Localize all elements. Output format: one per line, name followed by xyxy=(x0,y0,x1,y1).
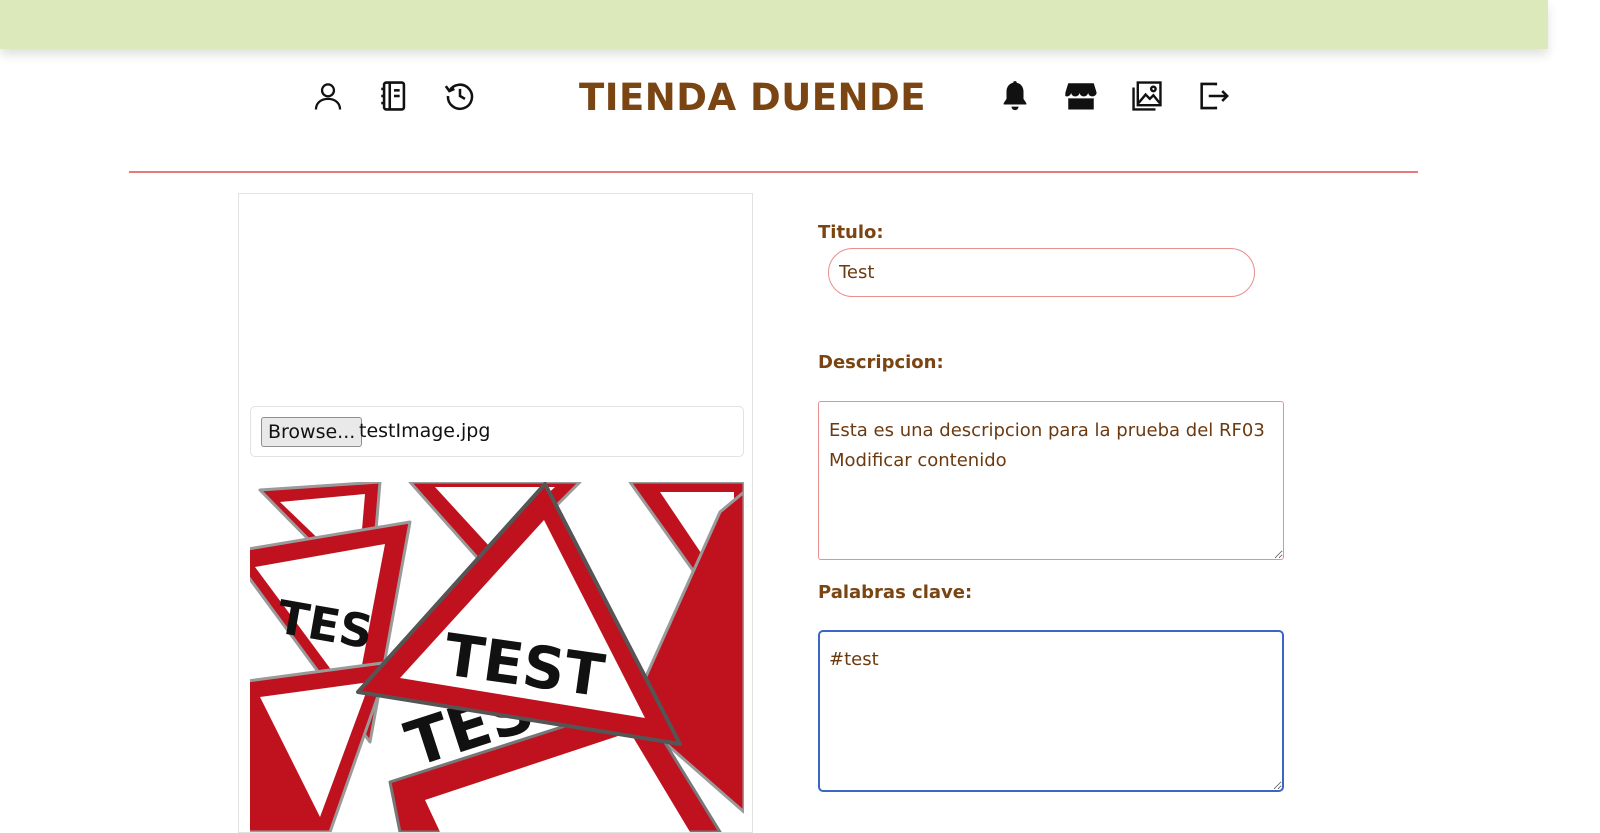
notebook-icon[interactable] xyxy=(374,76,414,116)
logout-icon[interactable] xyxy=(1193,76,1233,116)
keywords-label: Palabras clave: xyxy=(818,582,973,603)
browse-button[interactable]: Browse... xyxy=(261,417,363,447)
description-textarea[interactable]: Esta es una descripcion para la prueba d… xyxy=(818,401,1284,560)
header-divider xyxy=(129,171,1418,173)
history-icon[interactable] xyxy=(440,76,480,116)
user-icon[interactable] xyxy=(308,76,348,116)
image-gallery-icon[interactable] xyxy=(1127,76,1167,116)
image-upload-card: Browse... testImage.jpg TES TES TEST xyxy=(238,193,753,833)
description-label: Descripcion: xyxy=(818,352,944,373)
header-nav: TIENDA DUENDE xyxy=(0,70,1600,130)
brand-title: TIENDA DUENDE xyxy=(579,76,926,119)
keywords-textarea[interactable]: #test xyxy=(818,630,1284,792)
selected-file-name: testImage.jpg xyxy=(359,420,491,442)
store-icon[interactable] xyxy=(1061,76,1101,116)
bell-icon[interactable] xyxy=(995,76,1035,116)
top-bar xyxy=(0,0,1548,49)
title-input[interactable] xyxy=(828,248,1255,297)
title-label: Titulo: xyxy=(818,222,884,243)
file-input-box[interactable]: Browse... testImage.jpg xyxy=(250,406,744,457)
image-preview: TES TES TEST xyxy=(250,482,744,832)
